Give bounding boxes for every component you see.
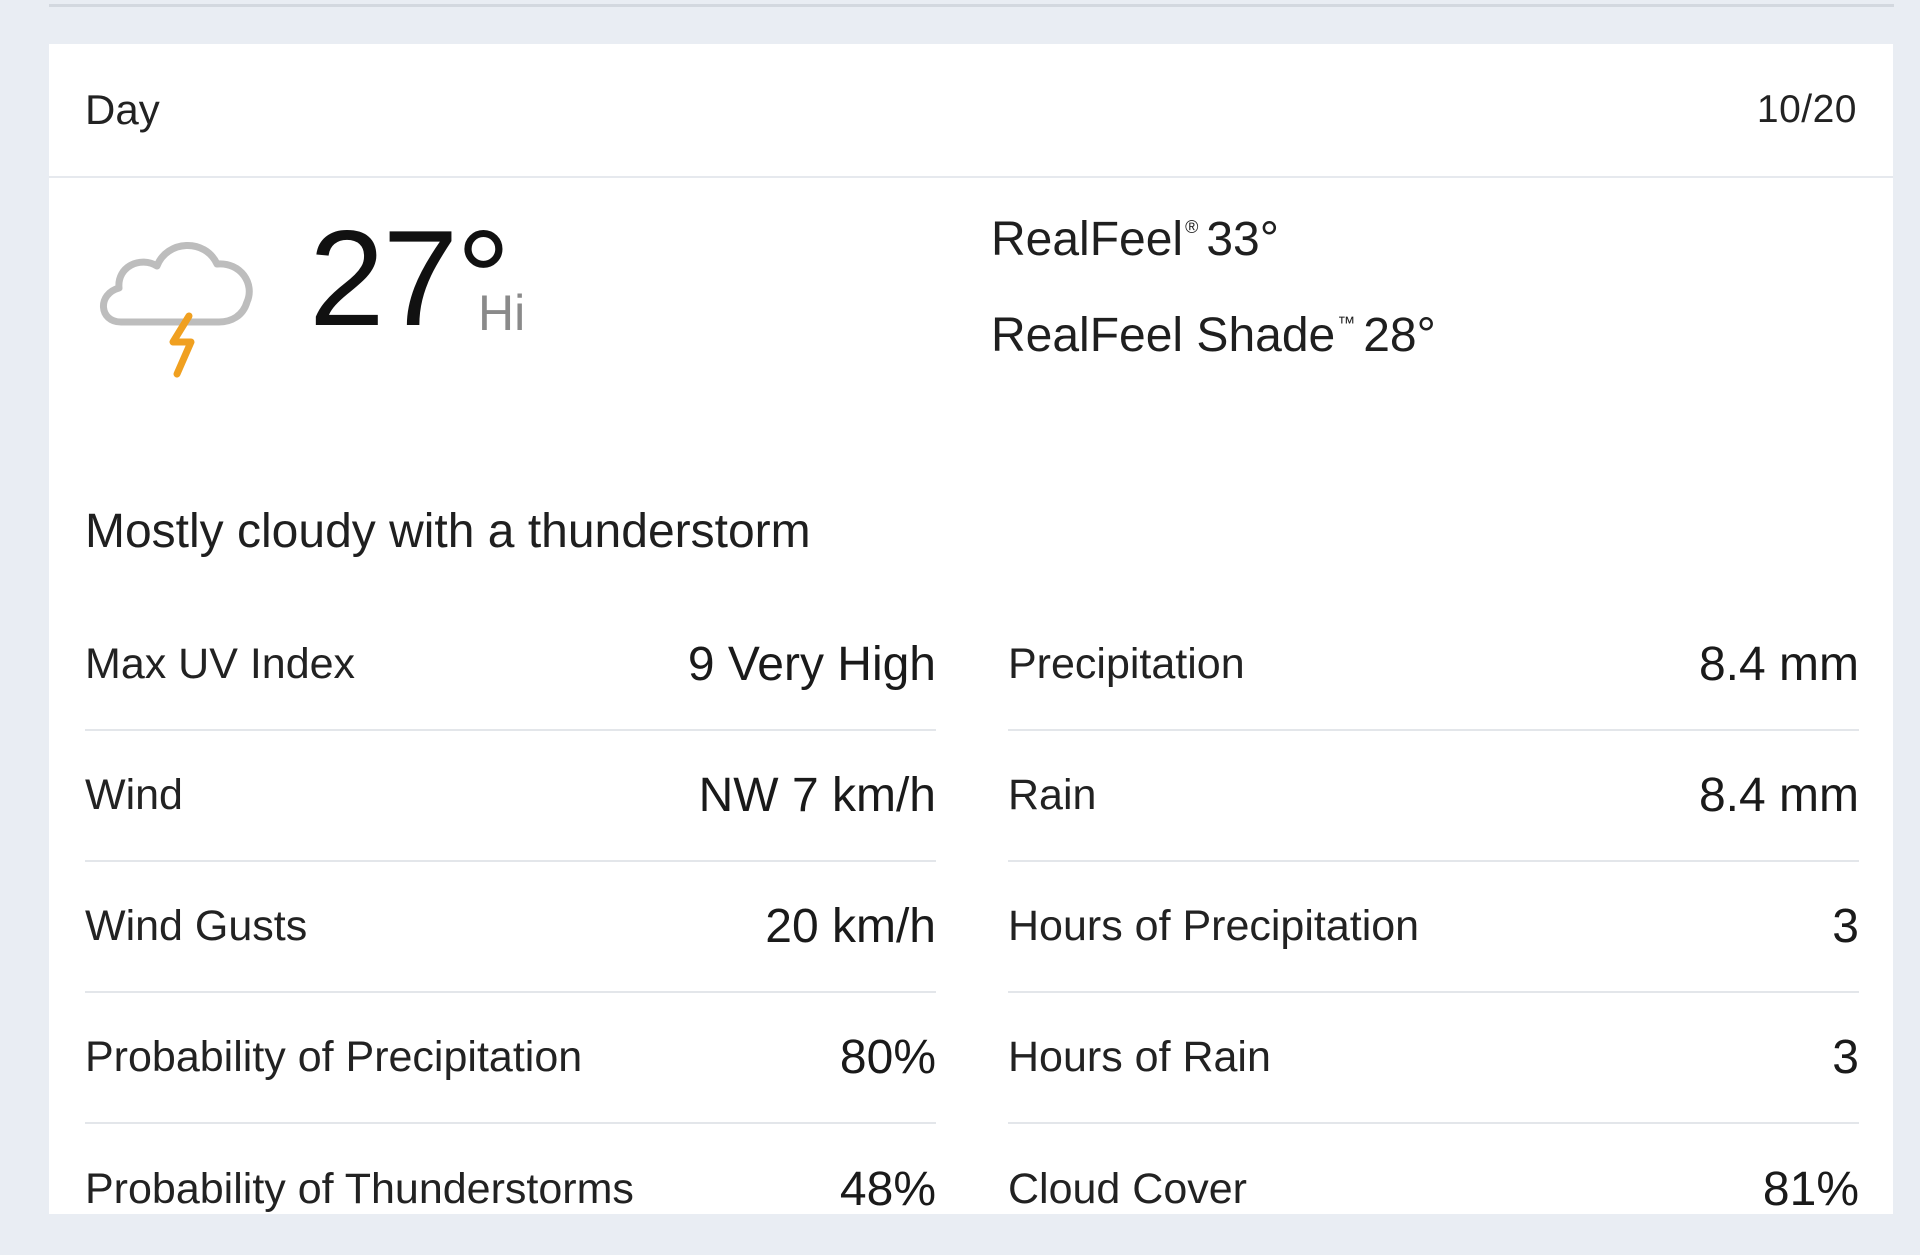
- detail-label: Max UV Index: [85, 640, 356, 688]
- detail-value: 8.4 mm: [1698, 638, 1859, 691]
- detail-row-probability-of-thunderstorms: Probability of Thunderstorms 48%: [85, 1124, 936, 1255]
- detail-label: Probability of Thunderstorms: [85, 1165, 634, 1213]
- detail-value: 48%: [839, 1163, 936, 1216]
- details-left-column: Max UV Index 9 Very High Wind NW 7 km/h …: [85, 600, 936, 1255]
- detail-label: Rain: [1008, 771, 1097, 819]
- realfeel-shade-value: 28°: [1363, 309, 1436, 362]
- realfeel-value: 33°: [1206, 213, 1279, 266]
- thunderstorm-cloud-icon: [100, 242, 253, 378]
- registered-mark: ®: [1185, 217, 1199, 237]
- detail-value: 80%: [839, 1031, 936, 1084]
- detail-row-cloud-cover: Cloud Cover 81%: [1008, 1124, 1859, 1255]
- card-header: Day 10/20: [49, 44, 1893, 178]
- detail-row-precipitation: Precipitation 8.4 mm: [1008, 600, 1859, 731]
- detail-row-probability-of-precipitation: Probability of Precipitation 80%: [85, 993, 936, 1124]
- detail-label: Probability of Precipitation: [85, 1033, 583, 1081]
- day-forecast-card: Day 10/20 27° Hi RealFeel ® 33° RealFeel S…: [49, 44, 1893, 1216]
- detail-label: Hours of Precipitation: [1008, 902, 1420, 950]
- detail-row-hours-of-precipitation: Hours of Precipitation 3: [1008, 862, 1859, 993]
- detail-row-wind: Wind NW 7 km/h: [85, 731, 936, 862]
- realfeel-shade-label: RealFeel Shade: [991, 309, 1336, 362]
- detail-value: 9 Very High: [687, 638, 936, 691]
- detail-value: 3: [1832, 1031, 1859, 1084]
- realfeel-shade: RealFeel Shade ™ 28°: [991, 312, 1436, 360]
- detail-label: Hours of Rain: [1008, 1033, 1271, 1081]
- realfeel: RealFeel ® 33°: [991, 216, 1279, 264]
- detail-label: Precipitation: [1008, 640, 1245, 688]
- detail-value: 20 km/h: [765, 900, 936, 953]
- period-title: Day: [85, 86, 160, 133]
- trademark-mark: ™: [1337, 313, 1356, 333]
- detail-value: 3: [1832, 900, 1859, 953]
- detail-label: Wind: [85, 771, 183, 819]
- detail-value: NW 7 km/h: [698, 769, 936, 822]
- high-temperature-label: Hi: [478, 285, 526, 341]
- detail-row-max-uv-index: Max UV Index 9 Very High: [85, 600, 936, 731]
- weather-phrase: Mostly cloudy with a thunderstorm: [85, 505, 811, 558]
- detail-label: Cloud Cover: [1008, 1165, 1247, 1213]
- top-divider: [49, 4, 1894, 7]
- realfeel-label: RealFeel: [991, 213, 1184, 266]
- details-panel: Max UV Index 9 Very High Wind NW 7 km/h …: [85, 600, 1859, 1255]
- detail-row-wind-gusts: Wind Gusts 20 km/h: [85, 862, 936, 993]
- current-conditions: 27° Hi RealFeel ® 33° RealFeel Shade ™ 28°: [49, 180, 1893, 460]
- details-right-column: Precipitation 8.4 mm Rain 8.4 mm Hours o…: [1008, 600, 1859, 1255]
- detail-label: Wind Gusts: [85, 902, 308, 950]
- detail-row-rain: Rain 8.4 mm: [1008, 731, 1859, 862]
- forecast-date: 10/20: [1756, 88, 1857, 131]
- detail-value: 8.4 mm: [1698, 769, 1859, 822]
- detail-row-hours-of-rain: Hours of Rain 3: [1008, 993, 1859, 1124]
- detail-value: 81%: [1762, 1163, 1859, 1216]
